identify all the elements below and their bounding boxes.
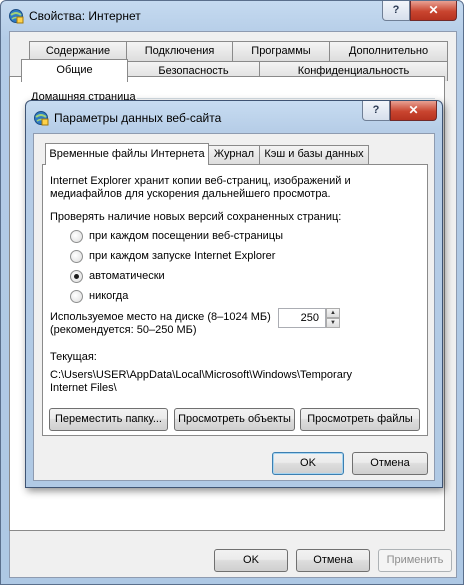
dialog-close-button[interactable]: ✕ — [390, 101, 437, 121]
dialog-help-button[interactable]: ? — [362, 101, 390, 121]
window-title: Свойства: Интернет — [29, 9, 141, 23]
website-data-settings-dialog: Параметры данных веб-сайта ? ✕ Временные… — [25, 100, 443, 488]
view-files-button[interactable]: Просмотреть файлы — [300, 408, 420, 431]
tab-general[interactable]: Общие — [21, 59, 128, 82]
tab-advanced[interactable]: Дополнительно — [329, 41, 448, 61]
close-button[interactable]: ✕ — [410, 1, 457, 21]
dialog-title: Параметры данных веб-сайта — [54, 111, 222, 125]
current-location-label: Текущая: — [50, 351, 97, 363]
tab-programs[interactable]: Программы — [232, 41, 330, 61]
description-line-1: Internet Explorer хранит копии веб-стран… — [50, 175, 351, 187]
internet-options-icon — [9, 9, 24, 24]
check-versions-label: Проверять наличие новых версий сохраненн… — [50, 211, 342, 223]
tab-connections[interactable]: Подключения — [126, 41, 233, 61]
radio-never-label[interactable]: никогда — [89, 290, 128, 302]
dialog-ok-button[interactable]: OK — [272, 452, 344, 475]
help-button[interactable]: ? — [382, 1, 410, 21]
disk-space-label-line-2: (рекомендуется: 50–250 МБ) — [50, 324, 197, 336]
internet-options-icon — [34, 111, 49, 126]
move-folder-button[interactable]: Переместить папку... — [49, 408, 168, 431]
description-line-2: медиафайлов для ускорения дальнейшего пр… — [50, 188, 331, 200]
radio-every-visit-label[interactable]: при каждом посещении веб-страницы — [89, 230, 283, 242]
group-divider — [137, 98, 435, 99]
temporary-files-panel: Internet Explorer хранит копии веб-стран… — [42, 164, 428, 436]
view-objects-button[interactable]: Просмотреть объекты — [174, 408, 295, 431]
radio-every-visit[interactable] — [70, 230, 83, 243]
radio-automatically-label[interactable]: автоматически — [89, 270, 165, 282]
cancel-button[interactable]: Отмена — [296, 549, 370, 572]
tab-caches-and-databases[interactable]: Кэш и базы данных — [259, 145, 369, 164]
radio-automatically[interactable] — [70, 270, 83, 283]
ok-button[interactable]: OK — [214, 549, 288, 572]
tab-temporary-internet-files[interactable]: Временные файлы Интернета — [45, 143, 209, 165]
apply-button[interactable]: Применить — [378, 549, 452, 572]
current-path-line-2: Internet Files\ — [50, 382, 117, 394]
tab-history[interactable]: Журнал — [208, 145, 260, 164]
radio-every-start[interactable] — [70, 250, 83, 263]
dialog-cancel-button[interactable]: Отмена — [352, 452, 428, 475]
radio-every-start-label[interactable]: при каждом запуске Internet Explorer — [89, 250, 275, 262]
tab-content[interactable]: Содержание — [29, 41, 127, 61]
dialog-client-area: Временные файлы Интернета Журнал Кэш и б… — [33, 133, 435, 481]
disk-space-label-line-1: Используемое место на диске (8–1024 МБ) — [50, 311, 271, 323]
radio-never[interactable] — [70, 290, 83, 303]
disk-space-input[interactable]: 250 — [278, 308, 326, 328]
spin-up-icon[interactable]: ▲ — [326, 308, 340, 318]
current-path-line-1: C:\Users\USER\AppData\Local\Microsoft\Wi… — [50, 369, 352, 381]
spin-down-icon[interactable]: ▼ — [326, 318, 340, 328]
